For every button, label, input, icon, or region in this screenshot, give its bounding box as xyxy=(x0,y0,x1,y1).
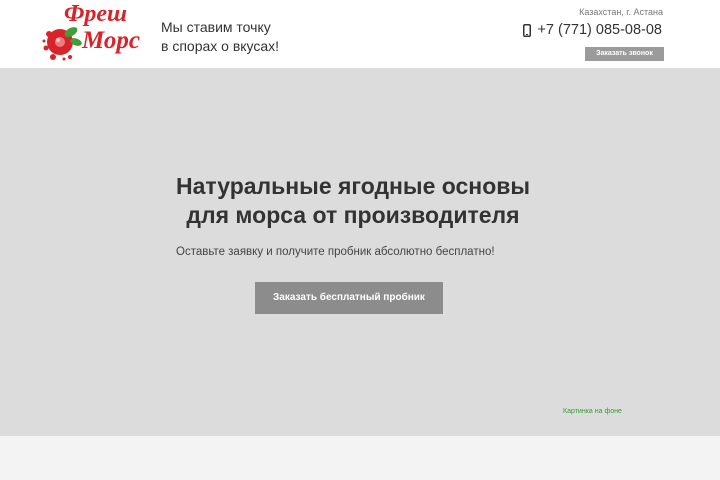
logo-text-line1: Фреш xyxy=(64,1,128,27)
site-slogan: Мы ставим точку в спорах о вкусах! xyxy=(161,18,279,56)
phone-link[interactable]: +7 (771) 085-08-08 xyxy=(523,22,662,38)
hero-subtitle: Оставьте заявку и получите пробник абсол… xyxy=(176,246,495,258)
background-image-note: Картинка на фоне xyxy=(563,408,622,415)
hero-title: Натуральные ягодные основы для морса от … xyxy=(0,172,706,230)
mobile-phone-icon xyxy=(523,23,532,37)
hero-section: Натуральные ягодные основы для морса от … xyxy=(0,68,720,436)
order-sample-button[interactable]: Заказать бесплатный пробник xyxy=(255,282,443,314)
logo-text-line2: Морс xyxy=(82,27,140,54)
phone-number: +7 (771) 085-08-08 xyxy=(537,22,662,38)
hero-title-line1: Натуральные ягодные основы xyxy=(175,173,531,199)
slogan-line2: в спорах о вкусах! xyxy=(161,38,280,54)
callback-button[interactable]: Заказать звонок xyxy=(585,47,664,61)
site-header: Фреш Морс Мы ставим точку в спорах о вку… xyxy=(0,0,720,68)
brand-logo[interactable]: Фреш Морс xyxy=(40,2,140,66)
location-label: Казахстан, г. Астана xyxy=(579,7,663,17)
next-section-band xyxy=(0,436,720,480)
hero-title-line2: для морса от производителя xyxy=(186,202,520,228)
slogan-line1: Мы ставим точку xyxy=(161,19,271,35)
